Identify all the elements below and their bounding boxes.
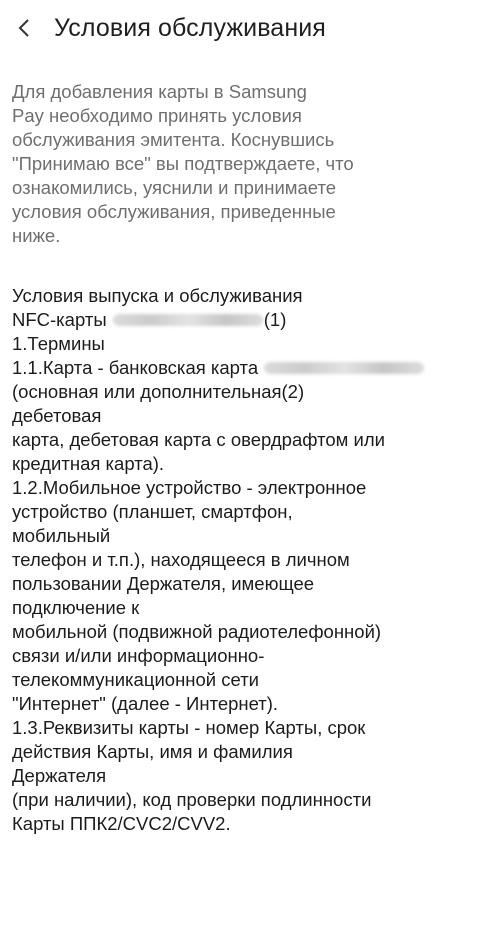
terms-line: кредитная карта).	[12, 453, 165, 474]
intro-line: "Принимаю все" вы подтверждаете, что	[12, 153, 354, 174]
intro-line: обслуживания эмитента. Коснувшись	[12, 129, 335, 150]
chevron-left-icon	[17, 17, 31, 39]
terms-line: Карты ППК2/CVC2/CVV2.	[12, 813, 231, 834]
terms-line: подключение к	[12, 597, 140, 618]
terms-line: пользовании Держателя, имеющее	[12, 573, 315, 594]
terms-line: 1.2.Мобильное устройство - электронное	[12, 477, 367, 498]
back-button[interactable]	[4, 8, 44, 48]
terms-text: Условия выпуска и обслуживания NFC-карты…	[12, 284, 494, 836]
terms-line: (при наличии), код проверки подлинности	[12, 789, 372, 810]
intro-line: Для добавления карты в Samsung	[12, 81, 307, 102]
terms-heading: Условия выпуска и обслуживания	[12, 285, 303, 306]
section-title: 1.Термины	[12, 333, 105, 354]
page-title: Условия обслуживания	[54, 13, 326, 42]
footnote-ref: (1)	[263, 309, 287, 330]
terms-line: мобильной (подвижной радиотелефонной)	[12, 621, 382, 642]
terms-line: 1.3.Реквизиты карты - номер Карты, срок	[12, 717, 366, 738]
intro-line: условия обслуживания, приведенные	[12, 201, 336, 222]
terms-line: "Интернет" (далее - Интернет).	[12, 693, 279, 714]
intro-line: ниже.	[12, 225, 61, 246]
app-bar: Условия обслуживания	[0, 0, 500, 56]
terms-line: устройство (планшет, смартфон,	[12, 501, 293, 522]
intro-line: ознакомились, уяснили и принимаете	[12, 177, 337, 198]
card-type-label: NFC-карты	[12, 309, 107, 330]
terms-line: Держателя	[12, 765, 107, 786]
terms-heading-line2: NFC-карты (1)	[12, 308, 494, 332]
terms-line: (основная или дополнительная(2)	[12, 381, 305, 402]
terms-line: дебетовая	[12, 405, 102, 426]
redacted-bank-name	[264, 362, 425, 375]
definition-1-1: 1.1.Карта - банковская карта	[12, 356, 494, 380]
terms-line: карта, дебетовая карта с овердрафтом или	[12, 429, 385, 450]
intro-line: Pay необходимо принять условия	[12, 105, 302, 126]
intro-paragraph: Для добавления карты в Samsung Pay необх…	[12, 80, 494, 248]
terms-line: действия Карты, имя и фамилия	[12, 741, 293, 762]
terms-line: связи и/или информационно-	[12, 645, 265, 666]
redacted-bank-name	[112, 314, 263, 327]
definition-1-1-text: 1.1.Карта - банковская карта	[12, 357, 259, 378]
terms-line: мобильный	[12, 525, 111, 546]
terms-line: телефон и т.п.), находящееся в личном	[12, 549, 350, 570]
terms-line: телекоммуникационной сети	[12, 669, 259, 690]
terms-content[interactable]: Для добавления карты в Samsung Pay необх…	[12, 80, 494, 836]
